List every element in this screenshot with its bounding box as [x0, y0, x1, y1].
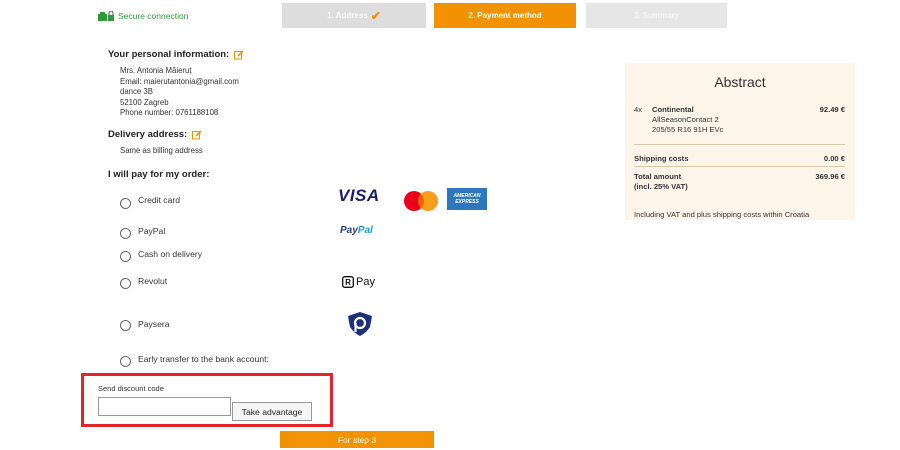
take-advantage-button[interactable]: Take advantage	[232, 402, 312, 421]
shipping-costs-label: Shipping costs	[634, 154, 689, 163]
radio-credit-card[interactable]	[120, 198, 131, 209]
payment-heading: I will pay for my order:	[108, 169, 209, 180]
step-address-label: 1. Address	[327, 11, 368, 20]
lock-icon	[98, 11, 114, 21]
total-label: Total amount	[634, 172, 682, 181]
item-price: 92.49 €	[819, 105, 845, 114]
option-paypal-label[interactable]: PayPal	[138, 226, 165, 236]
step-payment-method: 2. Payment method	[434, 3, 576, 28]
personal-info-heading: Your personal information:	[108, 49, 244, 60]
delivery-address-heading: Delivery address:	[108, 129, 202, 140]
edit-icon[interactable]	[234, 49, 244, 60]
item-brand: Continental	[652, 105, 694, 114]
paypal-text-1: Pay	[340, 225, 358, 236]
step-summary-label: 3. Summary	[633, 11, 680, 20]
radio-paypal[interactable]	[120, 228, 131, 239]
revolut-pay-text: Pay	[356, 276, 375, 288]
checkmark-icon: ✔	[370, 8, 381, 23]
customer-city: 52100 Zagreb	[120, 97, 169, 107]
amex-text-2: EXPRESS	[455, 199, 479, 205]
personal-info-address: Mrs. Antonia Măieruț Email: maierutanton…	[120, 66, 239, 119]
order-summary: Abstract 4x Continental AllSeasonContact…	[625, 63, 855, 220]
visa-logo-text: VISA	[338, 186, 380, 205]
step-address[interactable]: 1. Address ✔	[282, 3, 426, 28]
option-paysera-label[interactable]: Paysera	[138, 319, 170, 329]
item-quantity: 4x	[634, 105, 643, 114]
amex-logo: AMERICAN EXPRESS	[447, 188, 487, 210]
paysera-logo	[348, 312, 372, 336]
radio-paysera[interactable]	[120, 320, 131, 331]
visa-logo: VISA	[338, 186, 380, 206]
mastercard-logo	[404, 191, 438, 211]
summary-divider	[634, 166, 845, 167]
total-vat-note: (incl. 25% VAT)	[634, 182, 688, 191]
customer-phone: Phone number: 0761188108	[120, 108, 219, 117]
paypal-logo: PayPal	[340, 225, 373, 236]
item-description: Continental AllSeasonContact 2 205/55 R1…	[652, 105, 723, 135]
step-summary: 3. Summary	[586, 3, 727, 28]
customer-name: Mrs. Antonia Măieruț	[120, 66, 192, 75]
option-revolut-label[interactable]: Revolut	[138, 276, 167, 286]
item-size: 205/55 R16 91H EVc	[652, 125, 724, 134]
shipping-costs-value: 0.00 €	[823, 154, 845, 163]
summary-title: Abstract	[714, 74, 766, 90]
option-bank-transfer-label[interactable]: Early transfer to the bank account:	[138, 354, 269, 364]
customer-street: dance 3B	[120, 87, 153, 96]
radio-cash-on-delivery[interactable]	[120, 251, 131, 262]
discount-label: Send discount code	[98, 384, 164, 393]
revolut-r-icon: R	[342, 276, 354, 288]
total-amount-value: 369.96 €	[815, 172, 845, 181]
revolut-pay-logo: R Pay	[342, 276, 375, 288]
edit-icon[interactable]	[192, 129, 202, 140]
vat-shipping-note: Including VAT and plus shipping costs wi…	[634, 210, 810, 219]
radio-revolut[interactable]	[120, 278, 131, 289]
total-amount-label: Total amount (incl. 25% VAT)	[634, 172, 688, 192]
paypal-text-2: Pal	[357, 225, 373, 236]
delivery-address-text: Same as billing address	[120, 146, 203, 155]
radio-bank-transfer[interactable]	[120, 356, 131, 367]
discount-code-input[interactable]	[98, 397, 231, 416]
customer-email: Email: maierutantonia@gmail.com	[120, 76, 239, 86]
item-model: AllSeasonContact 2	[652, 115, 719, 124]
step-payment-label: 2. Payment method	[468, 11, 542, 20]
option-credit-card-label[interactable]: Credit card	[138, 195, 180, 205]
svg-text:R: R	[345, 278, 351, 287]
delivery-heading-text: Delivery address:	[108, 129, 188, 140]
personal-info-heading-text: Your personal information:	[108, 49, 230, 60]
secure-connection: Secure connection	[98, 11, 188, 21]
next-step-button[interactable]: For step 3	[280, 431, 434, 448]
secure-connection-label: Secure connection	[118, 11, 189, 21]
payment-heading-text: I will pay for my order:	[108, 169, 210, 180]
option-cash-label[interactable]: Cash on delivery	[138, 249, 202, 259]
summary-divider	[634, 144, 845, 145]
